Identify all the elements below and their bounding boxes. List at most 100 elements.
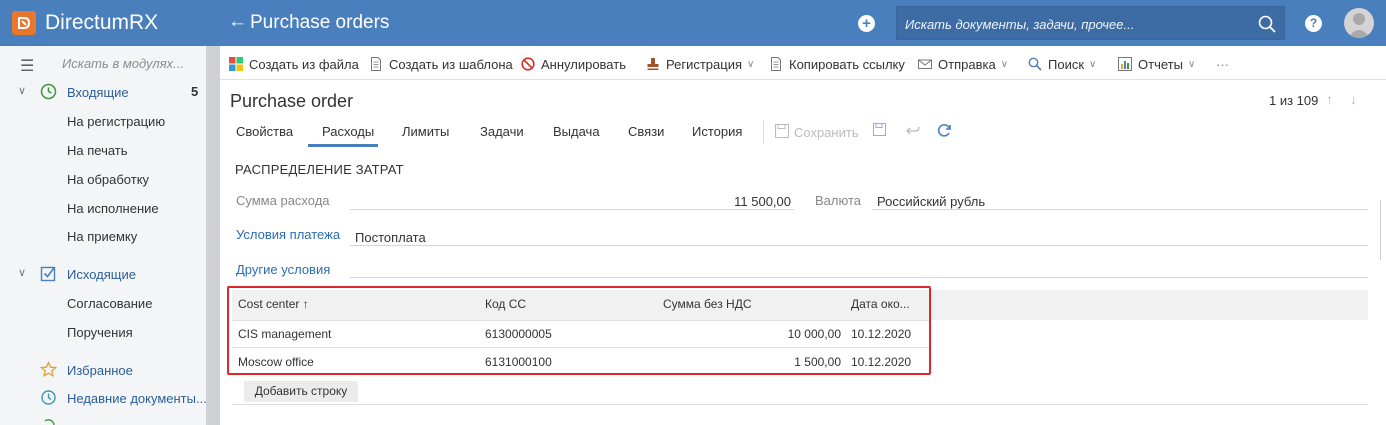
tab-properties[interactable]: Свойства: [236, 124, 293, 139]
search-icon: [1028, 57, 1042, 71]
sidebar-item-label: Избранное: [67, 363, 133, 378]
sidebar-item-label: Согласование: [67, 296, 153, 311]
checkbox-icon: [40, 266, 56, 282]
amount-value[interactable]: 11 500,00: [705, 194, 791, 209]
copy-link-icon: [771, 57, 781, 71]
sidebar-item-label: На обработку: [67, 172, 150, 187]
sidebar-item-label: На печать: [67, 143, 128, 158]
tab-links[interactable]: Связи: [628, 124, 664, 139]
toolbar-label: Аннулировать: [541, 56, 626, 72]
tab-tasks[interactable]: Задачи: [480, 124, 524, 139]
sidebar-item-approval[interactable]: Согласование: [0, 292, 206, 316]
send-menu-button[interactable]: Отправка ∨: [918, 55, 1008, 73]
back-arrow-icon[interactable]: ←: [228, 11, 247, 33]
sidebar-item-favorites[interactable]: Избранное: [0, 359, 206, 383]
reports-menu-button[interactable]: Отчеты ∨: [1118, 55, 1195, 73]
arrow-down-icon[interactable]: ↓: [1350, 91, 1357, 107]
copy-link-button[interactable]: Копировать ссылку: [769, 55, 905, 73]
tabs-divider: [763, 120, 764, 144]
payment-terms-value[interactable]: Постоплата: [355, 230, 426, 245]
tab-limits[interactable]: Лимиты: [402, 124, 449, 139]
more-actions-button[interactable]: ···: [1216, 55, 1229, 73]
page-title: Purchase orders: [250, 12, 390, 33]
registration-menu-button[interactable]: Регистрация ∨: [646, 55, 754, 73]
toolbar-label: Копировать ссылку: [789, 56, 905, 72]
clock-icon: [40, 83, 57, 100]
section-title: РАСПРЕДЕЛЕНИЕ ЗАТРАТ: [235, 162, 404, 177]
sidebar-item-print[interactable]: На печать: [0, 139, 206, 163]
toolbar-label: Создать из шаблона: [389, 56, 513, 72]
incoming-count-badge: 5: [191, 84, 199, 99]
toolbar-label: Поиск: [1048, 56, 1085, 72]
chevron-down-icon[interactable]: ∨: [18, 266, 26, 279]
create-from-template-button[interactable]: Создать из шаблона: [369, 55, 513, 73]
payment-terms-link[interactable]: Условия платежа: [236, 227, 340, 242]
chevron-down-icon[interactable]: ∨: [18, 84, 26, 97]
tab-expenses[interactable]: Расходы: [322, 124, 374, 139]
record-pager: 1 из 109: [1269, 93, 1319, 108]
module-search-input[interactable]: [62, 54, 202, 72]
app-logo-icon[interactable]: [12, 11, 36, 35]
save-icon[interactable]: [775, 124, 789, 138]
undo-icon[interactable]: [906, 123, 921, 138]
document-icon: [371, 57, 381, 71]
sidebar-item-label: Недавние документы...: [67, 391, 207, 406]
active-tab-indicator: [308, 144, 378, 147]
global-search-input[interactable]: [905, 14, 1245, 34]
refresh-icon[interactable]: [937, 123, 952, 138]
amount-underline: [350, 209, 794, 210]
chevron-down-icon: ∨: [1000, 58, 1009, 70]
currency-underline: [872, 209, 1368, 210]
save-and-close-icon[interactable]: [873, 123, 888, 138]
search-icon[interactable]: [1258, 15, 1276, 33]
other-terms-link[interactable]: Другие условия: [236, 262, 330, 277]
help-icon[interactable]: ?: [1305, 15, 1322, 32]
currency-value[interactable]: Российский рубль: [877, 194, 985, 209]
recent-docs-icon: [41, 390, 56, 405]
sidebar-item-label: Входящие: [67, 85, 129, 100]
chevron-down-icon: ∨: [747, 58, 755, 70]
envelope-icon: [918, 59, 932, 69]
sidebar-item-registration[interactable]: На регистрацию: [0, 110, 206, 134]
payment-terms-underline: [350, 245, 1368, 246]
chevron-down-icon: ∨: [1187, 58, 1196, 70]
add-row-button[interactable]: Добавить строку: [244, 381, 358, 402]
sidebar-item-label: Исходящие: [67, 267, 136, 282]
sidebar-item-label: На регистрацию: [67, 114, 166, 129]
save-button[interactable]: Сохранить: [794, 125, 859, 140]
search-menu-button[interactable]: Поиск ∨: [1028, 55, 1096, 73]
table-bottom-divider: [232, 404, 1368, 405]
sidebar-item-recent-docs[interactable]: Недавние документы...: [0, 387, 207, 411]
toolbar-label: Отправка: [938, 56, 996, 72]
annul-button[interactable]: Аннулировать: [521, 55, 626, 73]
sidebar-item-processing[interactable]: На обработку: [0, 168, 206, 192]
sidebar-item-label: Поручения: [67, 325, 133, 340]
app-name[interactable]: DirectumRX: [45, 11, 158, 35]
sidebar-item-incoming[interactable]: ∨ Входящие 5: [0, 81, 206, 105]
toolbar-label: Отчеты: [1138, 56, 1183, 72]
sidebar-item-partial[interactable]: [0, 415, 206, 425]
amount-label: Сумма расхода: [236, 193, 330, 208]
menu-icon[interactable]: ☰: [20, 56, 34, 76]
highlight-box: [227, 286, 931, 375]
sidebar-item-label: На исполнение: [67, 201, 159, 216]
sidebar-item-label: На приемку: [67, 229, 138, 244]
create-from-file-button[interactable]: Создать из файла: [229, 55, 359, 73]
sidebar: ☰ ∨ Входящие 5 На регистрацию На печать …: [0, 46, 207, 425]
sidebar-item-assignments[interactable]: Поручения: [0, 321, 206, 345]
prohibited-icon: [521, 57, 535, 71]
action-toolbar: Создать из файла Создать из шаблона Анну…: [220, 46, 1386, 80]
refresh-icon: [44, 419, 55, 425]
arrow-up-icon[interactable]: ↑: [1326, 91, 1333, 107]
sidebar-scrollbar[interactable]: [206, 46, 220, 425]
right-scrollbar[interactable]: [1380, 200, 1381, 260]
stamp-icon: [647, 58, 659, 70]
create-plus-icon[interactable]: +: [858, 15, 875, 32]
sidebar-item-execution[interactable]: На исполнение: [0, 197, 206, 221]
other-terms-underline: [350, 277, 1368, 278]
tab-history[interactable]: История: [692, 124, 742, 139]
sidebar-item-acceptance[interactable]: На приемку: [0, 225, 206, 249]
sidebar-item-outgoing[interactable]: ∨ Исходящие: [0, 263, 206, 287]
tab-issuance[interactable]: Выдача: [553, 124, 600, 139]
avatar[interactable]: [1344, 8, 1374, 38]
